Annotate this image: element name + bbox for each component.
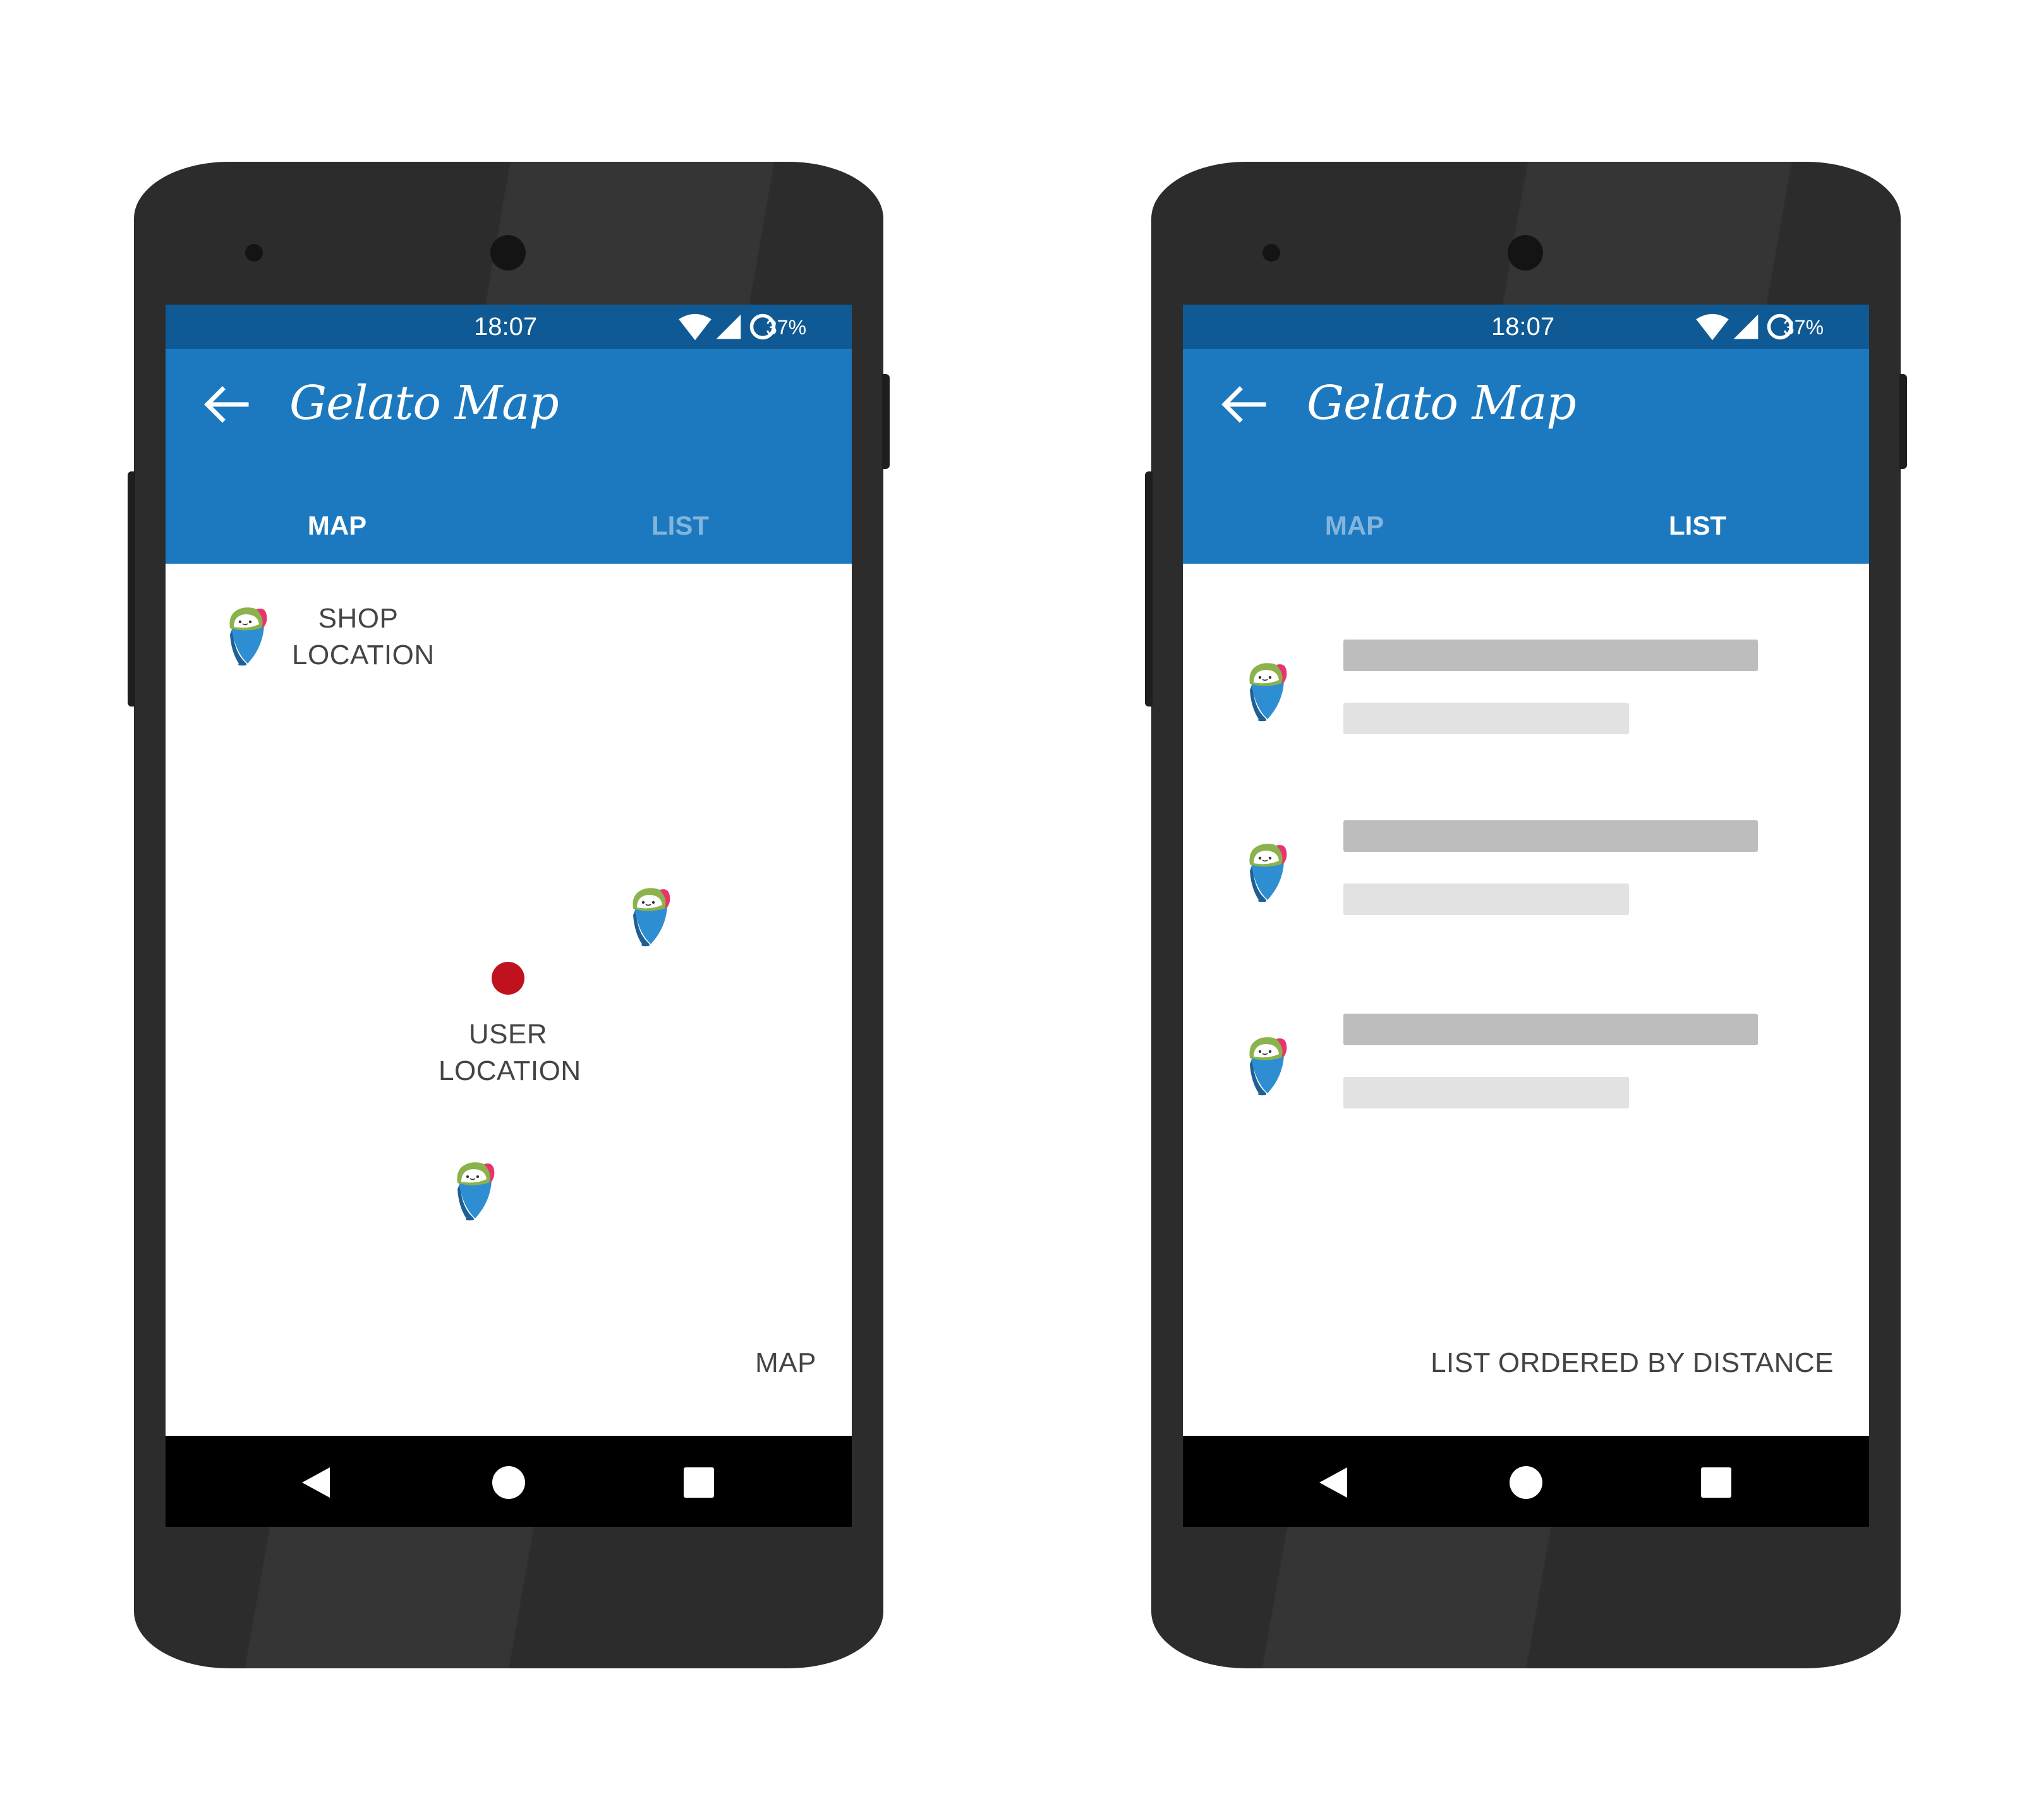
list-caption: LIST ORDERED BY DISTANCE <box>1431 1347 1834 1378</box>
phone-map: 18:07 37% Gelato Map MAP LIST SHOP LOCAT <box>128 162 890 1668</box>
status-icons <box>1695 311 1771 343</box>
gelato-marker-icon <box>1246 839 1290 902</box>
map-caption: MAP <box>755 1347 816 1378</box>
volume-button <box>128 471 135 707</box>
app-bar: Gelato Map MAP LIST <box>1183 349 1869 564</box>
volume-button <box>1145 471 1153 707</box>
gelato-marker-icon <box>1246 658 1290 722</box>
arrow-left-icon[interactable] <box>1220 380 1268 428</box>
phone-list: 18:07 37% Gelato Map MAP LIST LIST ORDER… <box>1145 162 1907 1668</box>
front-camera <box>1508 235 1543 270</box>
app-title: Gelato Map <box>1307 376 1577 430</box>
nav-home-icon[interactable] <box>1508 1465 1544 1500</box>
list-item-subtitle-placeholder <box>1343 703 1629 734</box>
nav-home-icon[interactable] <box>491 1465 526 1500</box>
status-icons <box>677 311 753 343</box>
screen: 18:07 37% Gelato Map MAP LIST SHOP LOCAT <box>166 305 852 1527</box>
user-location-label: USER LOCATION <box>439 1016 581 1089</box>
shop-label-line2: LOCATION <box>292 640 435 670</box>
list-item-subtitle-placeholder <box>1343 1077 1629 1108</box>
list-item-title-placeholder <box>1343 640 1758 671</box>
power-button <box>1899 374 1907 469</box>
gelato-marker-icon[interactable] <box>226 603 270 666</box>
status-time: 18:07 <box>474 313 538 341</box>
nav-back-icon[interactable] <box>1316 1465 1351 1500</box>
tab-list[interactable]: LIST <box>509 494 852 564</box>
navigation-bar <box>1183 1436 1869 1527</box>
tab-map[interactable]: MAP <box>1183 494 1526 564</box>
gelato-marker-icon <box>1246 1033 1290 1096</box>
battery-percent: 37% <box>1783 316 1824 339</box>
list-item-title-placeholder <box>1343 820 1758 852</box>
battery-percent: 37% <box>766 316 807 339</box>
status-bar: 18:07 37% <box>166 305 852 349</box>
wifi-icon <box>677 313 713 343</box>
power-button <box>882 374 890 469</box>
user-label-line2: LOCATION <box>439 1055 581 1086</box>
status-time: 18:07 <box>1491 313 1555 341</box>
sensor-dot <box>1262 244 1280 262</box>
app-title: Gelato Map <box>289 376 559 430</box>
wifi-icon <box>1695 313 1730 343</box>
app-bar: Gelato Map MAP LIST <box>166 349 852 564</box>
list-item-title-placeholder <box>1343 1014 1758 1045</box>
shop-location-label: SHOP LOCATION <box>292 600 435 674</box>
nav-recent-icon[interactable] <box>1700 1466 1733 1499</box>
sensor-dot <box>245 244 263 262</box>
shop-label-line1: SHOP <box>318 603 399 634</box>
cell-signal-icon <box>1731 312 1760 341</box>
gelato-marker-icon[interactable] <box>454 1158 498 1221</box>
front-camera <box>490 235 526 270</box>
nav-recent-icon[interactable] <box>682 1466 715 1499</box>
list-item-subtitle-placeholder <box>1343 883 1629 915</box>
tab-map[interactable]: MAP <box>166 494 509 564</box>
arrow-left-icon[interactable] <box>202 380 250 428</box>
gelato-marker-icon[interactable] <box>629 883 674 947</box>
screen: 18:07 37% Gelato Map MAP LIST LIST ORDER… <box>1183 305 1869 1527</box>
status-bar: 18:07 37% <box>1183 305 1869 349</box>
navigation-bar <box>166 1436 852 1527</box>
user-label-line1: USER <box>468 1019 548 1050</box>
tab-list[interactable]: LIST <box>1526 494 1869 564</box>
mockup-scene: 18:07 37% Gelato Map MAP LIST SHOP LOCAT <box>0 0 2022 1820</box>
user-location-dot <box>492 962 524 995</box>
map-view[interactable]: SHOP LOCATION USER LOCATION MAP <box>166 564 852 1436</box>
list-view: LIST ORDERED BY DISTANCE <box>1183 564 1869 1436</box>
nav-back-icon[interactable] <box>298 1465 334 1500</box>
cell-signal-icon <box>714 312 743 341</box>
